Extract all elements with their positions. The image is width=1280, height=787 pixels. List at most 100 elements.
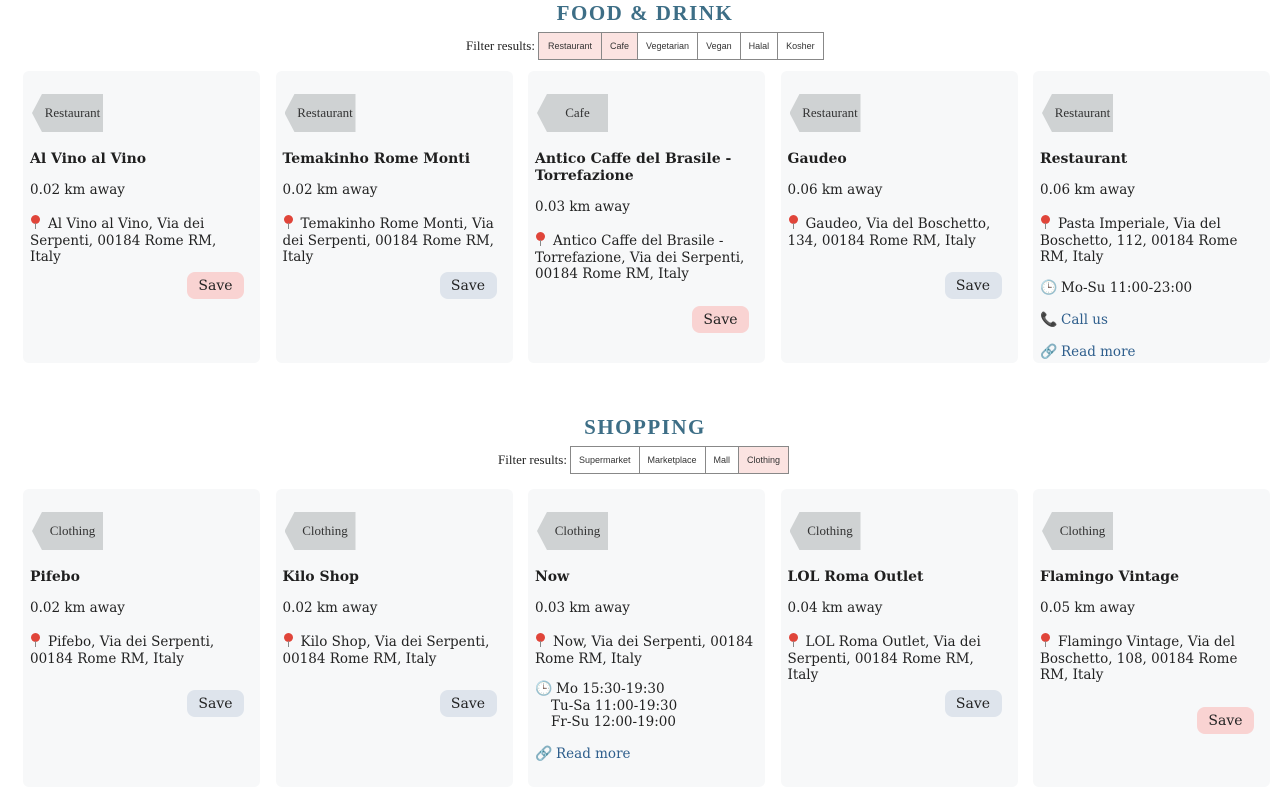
place-address: Gaudeo, Via del Boschetto, 134, 00184 Ro…	[787, 216, 991, 249]
place-address: Kilo Shop, Via dei Serpenti, 00184 Rome …	[282, 634, 490, 667]
filter-restaurant[interactable]: Restaurant	[537, 32, 602, 60]
place-card: Restaurant Temakinho Rome Monti 0.02 km …	[275, 71, 513, 363]
place-distance: 0.04 km away	[787, 600, 883, 616]
place-name: Antico Caffe del Brasile - Torrefazione	[535, 151, 732, 184]
place-address-block: Al Vino al Vino, Via dei Serpenti, 00184…	[30, 215, 250, 266]
save-button[interactable]: Save	[1197, 707, 1254, 734]
place-card: Restaurant Gaudeo 0.06 km away Gaudeo, V…	[780, 71, 1018, 363]
place-distance: 0.02 km away	[30, 600, 125, 616]
place-name: Now	[535, 569, 570, 585]
filter-kosher[interactable]: Kosher	[777, 32, 824, 60]
hours-text: Mo-Su 11:00-23:00	[1061, 280, 1193, 296]
save-button[interactable]: Save	[692, 306, 749, 333]
hours-line: Mo 15:30-19:30	[556, 681, 665, 697]
shopping-card-list: Clothing Pifebo 0.02 km away Pifebo, Via…	[23, 489, 1270, 787]
map-pin-icon	[30, 215, 41, 229]
place-card: Clothing LOL Roma Outlet 0.04 km away LO…	[780, 489, 1018, 787]
place-card: Clothing Now 0.03 km away Now, Via dei S…	[528, 489, 765, 787]
call-us-link[interactable]: Call us	[1061, 312, 1108, 328]
shopping-section-title: SHOPPING	[584, 415, 706, 439]
map-pin-icon	[535, 232, 546, 246]
place-address: Antico Caffe del Brasile - Torrefazione,…	[535, 233, 745, 282]
filter-cafe[interactable]: Cafe	[601, 32, 639, 60]
place-distance: 0.02 km away	[30, 182, 125, 198]
place-card: Restaurant Restaurant 0.06 km away Pasta…	[1033, 71, 1270, 363]
place-distance: 0.06 km away	[1040, 182, 1135, 198]
map-pin-icon	[283, 633, 294, 647]
place-distance: 0.06 km away	[787, 182, 883, 198]
clock-icon: 🕒	[1040, 280, 1058, 296]
filter-clothing[interactable]: Clothing	[738, 446, 790, 474]
read-more-link[interactable]: Read more	[556, 746, 631, 762]
place-name: Restaurant	[1040, 151, 1128, 167]
place-distance: 0.03 km away	[535, 600, 630, 616]
category-tag: Clothing	[1042, 512, 1113, 550]
place-address-block: Pifebo, Via dei Serpenti, 00184 Rome RM,…	[30, 633, 250, 667]
link-icon: 🔗	[1040, 344, 1058, 360]
category-tag: Clothing	[32, 512, 103, 550]
place-address: Flamingo Vintage, Via del Boschetto, 108…	[1040, 634, 1238, 683]
place-name: Temakinho Rome Monti	[282, 151, 471, 167]
category-tag: Cafe	[537, 94, 608, 132]
place-address-block: Kilo Shop, Via dei Serpenti, 00184 Rome …	[283, 633, 503, 667]
place-address: Pasta Imperiale, Via del Boschetto, 112,…	[1040, 216, 1238, 265]
map-pin-icon	[1040, 215, 1051, 229]
clock-icon: 🕒	[535, 681, 553, 697]
save-button[interactable]: Save	[944, 690, 1002, 717]
place-name: Kilo Shop	[282, 569, 359, 585]
filter-mall[interactable]: Mall	[704, 446, 740, 474]
place-name: Pifebo	[30, 569, 80, 585]
food-card-list: Restaurant Al Vino al Vino 0.02 km away …	[23, 71, 1270, 363]
save-button[interactable]: Save	[187, 272, 244, 299]
place-card: Cafe Antico Caffe del Brasile - Torrefaz…	[528, 71, 765, 363]
filter-vegetarian[interactable]: Vegetarian	[637, 32, 699, 60]
category-tag: Restaurant	[789, 94, 861, 132]
shopping-filter-bar: Filter results: Supermarket Marketplace …	[498, 446, 790, 474]
place-address-block: Temakinho Rome Monti, Via dei Serpenti, …	[283, 215, 503, 266]
food-section-title: FOOD & DRINK	[556, 1, 734, 25]
place-name: Gaudeo	[787, 151, 847, 167]
place-name: LOL Roma Outlet	[787, 569, 924, 585]
read-more-row: 🔗 Read more	[1040, 344, 1260, 361]
filter-marketplace[interactable]: Marketplace	[638, 446, 706, 474]
place-address-block: Flamingo Vintage, Via del Boschetto, 108…	[1040, 633, 1260, 684]
link-icon: 🔗	[535, 746, 553, 762]
place-distance: 0.05 km away	[1040, 600, 1135, 616]
place-name: Al Vino al Vino	[30, 151, 147, 167]
read-more-link[interactable]: Read more	[1061, 344, 1136, 360]
filter-vegan[interactable]: Vegan	[697, 32, 741, 60]
place-address: Now, Via dei Serpenti, 00184 Rome RM, It…	[535, 634, 754, 667]
category-tag: Restaurant	[1042, 94, 1113, 132]
category-tag: Restaurant	[284, 94, 356, 132]
opening-hours: 🕒 Mo-Su 11:00-23:00	[1040, 280, 1260, 297]
opening-hours: 🕒 Mo 15:30-19:30 Tu-Sa 11:00-19:30 Fr-Su …	[535, 681, 755, 731]
filter-supermarket[interactable]: Supermarket	[569, 446, 640, 474]
place-card: Clothing Flamingo Vintage 0.05 km away F…	[1033, 489, 1270, 787]
map-pin-icon	[30, 633, 41, 647]
save-button[interactable]: Save	[439, 272, 497, 299]
save-button[interactable]: Save	[944, 272, 1002, 299]
category-tag: Restaurant	[32, 94, 103, 132]
place-address: Al Vino al Vino, Via dei Serpenti, 00184…	[30, 216, 217, 265]
phone-icon: 📞	[1040, 312, 1058, 328]
filter-halal[interactable]: Halal	[739, 32, 779, 60]
hours-line: Tu-Sa 11:00-19:30	[551, 697, 678, 714]
save-button[interactable]: Save	[439, 690, 497, 717]
place-address: Temakinho Rome Monti, Via dei Serpenti, …	[282, 216, 494, 265]
food-filter-label: Filter results:	[466, 38, 535, 53]
place-address: LOL Roma Outlet, Via dei Serpenti, 00184…	[787, 634, 981, 683]
category-tag: Clothing	[537, 512, 608, 550]
place-address-block: LOL Roma Outlet, Via dei Serpenti, 00184…	[788, 633, 1008, 684]
map-pin-icon	[788, 215, 799, 229]
map-pin-icon	[283, 215, 294, 229]
place-distance: 0.02 km away	[282, 182, 378, 198]
place-address: Pifebo, Via dei Serpenti, 00184 Rome RM,…	[30, 634, 215, 667]
save-button[interactable]: Save	[187, 690, 244, 717]
call-row: 📞 Call us	[1040, 312, 1260, 329]
place-card: Clothing Pifebo 0.02 km away Pifebo, Via…	[23, 489, 260, 787]
place-address-block: Pasta Imperiale, Via del Boschetto, 112,…	[1040, 215, 1260, 266]
place-address-block: Antico Caffe del Brasile - Torrefazione,…	[535, 232, 755, 283]
category-tag: Clothing	[284, 512, 356, 550]
map-pin-icon	[535, 633, 546, 647]
read-more-row: 🔗 Read more	[535, 746, 755, 763]
